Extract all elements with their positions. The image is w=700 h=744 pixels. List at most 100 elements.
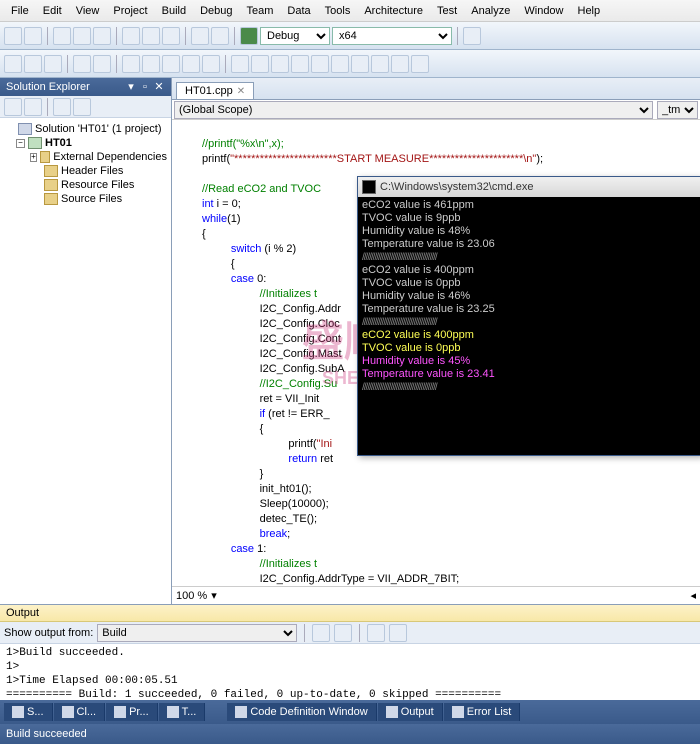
start-debug-icon[interactable] — [240, 27, 258, 45]
menu-help[interactable]: Help — [571, 3, 608, 19]
output-panel: Output Show output from: Build 1>Build s… — [0, 604, 700, 700]
menu-team[interactable]: Team — [240, 3, 281, 19]
folder-icon — [44, 193, 58, 205]
output-text[interactable]: 1>Build succeeded. 1> 1>Time Elapsed 00:… — [0, 644, 700, 704]
wrap-icon[interactable] — [389, 624, 407, 642]
solution-tree[interactable]: Solution 'HT01' (1 project) −HT01 +Exter… — [0, 118, 171, 604]
scope-select-left[interactable]: (Global Scope) — [174, 101, 653, 119]
tb2-icon[interactable] — [162, 55, 180, 73]
btab-code-def[interactable]: Code Definition Window — [227, 703, 376, 721]
zoom-value[interactable]: 100 % — [176, 590, 207, 602]
undo-icon[interactable] — [191, 27, 209, 45]
refresh-icon[interactable] — [24, 98, 42, 116]
tb2-icon[interactable] — [24, 55, 42, 73]
chevron-down-icon[interactable]: ▾ — [211, 589, 217, 602]
btab-s[interactable]: S... — [4, 703, 53, 721]
toolbar-2 — [0, 50, 700, 78]
folder-external-deps[interactable]: +External Dependencies — [2, 150, 169, 164]
btab-pr[interactable]: Pr... — [106, 703, 158, 721]
folder-source-files[interactable]: Source Files — [2, 192, 169, 206]
solution-explorer-header: Solution Explorer ▾ ▫ ✕ — [0, 78, 171, 96]
new-project-icon[interactable] — [4, 27, 22, 45]
btab-t[interactable]: T... — [159, 703, 206, 721]
btab-cl[interactable]: Cl... — [54, 703, 106, 721]
btab-output[interactable]: Output — [378, 703, 443, 721]
cmd-window[interactable]: C:\Windows\system32\cmd.exe eCO2 value i… — [357, 176, 700, 456]
collapse-icon[interactable]: − — [16, 139, 25, 148]
scope-select-right[interactable]: _tm — [657, 101, 698, 119]
redo-icon[interactable] — [211, 27, 229, 45]
menu-build[interactable]: Build — [155, 3, 193, 19]
menu-view[interactable]: View — [69, 3, 107, 19]
editor-tabs: HT01.cpp✕ — [172, 78, 700, 100]
tb2-icon[interactable] — [391, 55, 409, 73]
status-bar: Build succeeded — [0, 724, 700, 744]
tool-icon — [12, 706, 24, 718]
toolbar-1: Debug x64 — [0, 22, 700, 50]
tb2-icon[interactable] — [251, 55, 269, 73]
tb2-icon[interactable] — [202, 55, 220, 73]
tb2-icon[interactable] — [231, 55, 249, 73]
find-icon[interactable] — [463, 27, 481, 45]
dropdown-icon[interactable]: ▾ — [125, 81, 137, 93]
save-all-icon[interactable] — [93, 27, 111, 45]
close-icon[interactable]: ✕ — [153, 81, 165, 93]
tb2-icon[interactable] — [122, 55, 140, 73]
folder-icon — [44, 179, 58, 191]
goto-icon[interactable] — [334, 624, 352, 642]
save-icon[interactable] — [73, 27, 91, 45]
menu-data[interactable]: Data — [280, 3, 317, 19]
menu-tools[interactable]: Tools — [318, 3, 358, 19]
solution-node[interactable]: Solution 'HT01' (1 project) — [2, 122, 169, 136]
paste-icon[interactable] — [162, 27, 180, 45]
menu-test[interactable]: Test — [430, 3, 464, 19]
home-icon[interactable] — [4, 98, 22, 116]
menu-debug[interactable]: Debug — [193, 3, 239, 19]
clear-icon[interactable] — [367, 624, 385, 642]
tb2-icon[interactable] — [371, 55, 389, 73]
expand-icon[interactable]: + — [30, 153, 37, 162]
open-icon[interactable] — [53, 27, 71, 45]
tool-icon — [235, 706, 247, 718]
solution-explorer-toolbar — [0, 96, 171, 118]
tb2-icon[interactable] — [93, 55, 111, 73]
tb2-icon[interactable] — [311, 55, 329, 73]
config-select[interactable]: Debug — [260, 27, 330, 45]
tb2-icon[interactable] — [291, 55, 309, 73]
tb2-icon[interactable] — [351, 55, 369, 73]
tab-ht01cpp[interactable]: HT01.cpp✕ — [176, 82, 254, 99]
tb2-icon[interactable] — [4, 55, 22, 73]
menu-edit[interactable]: Edit — [36, 3, 69, 19]
tool-icon — [386, 706, 398, 718]
menu-project[interactable]: Project — [106, 3, 154, 19]
tb2-icon[interactable] — [411, 55, 429, 73]
output-from-select[interactable]: Build — [97, 624, 297, 642]
tb2-icon[interactable] — [182, 55, 200, 73]
menu-window[interactable]: Window — [517, 3, 570, 19]
tb2-icon[interactable] — [142, 55, 160, 73]
show-all-icon[interactable] — [73, 98, 91, 116]
cut-icon[interactable] — [122, 27, 140, 45]
properties-icon[interactable] — [53, 98, 71, 116]
tb2-icon[interactable] — [271, 55, 289, 73]
menu-architecture[interactable]: Architecture — [357, 3, 430, 19]
find-icon[interactable] — [312, 624, 330, 642]
output-from-label: Show output from: — [4, 627, 93, 639]
zoom-bar: 100 %▾ ◂ — [172, 586, 700, 604]
tb2-icon[interactable] — [73, 55, 91, 73]
menu-analyze[interactable]: Analyze — [464, 3, 517, 19]
cmd-titlebar[interactable]: C:\Windows\system32\cmd.exe — [358, 177, 700, 197]
tb2-icon[interactable] — [331, 55, 349, 73]
platform-select[interactable]: x64 — [332, 27, 452, 45]
pin-icon[interactable]: ▫ — [139, 81, 151, 93]
copy-icon[interactable] — [142, 27, 160, 45]
folder-header-files[interactable]: Header Files — [2, 164, 169, 178]
output-toolbar: Show output from: Build — [0, 622, 700, 644]
btab-error-list[interactable]: Error List — [444, 703, 521, 721]
tb2-icon[interactable] — [44, 55, 62, 73]
menu-file[interactable]: File — [4, 3, 36, 19]
project-node[interactable]: −HT01 — [2, 136, 169, 150]
add-item-icon[interactable] — [24, 27, 42, 45]
folder-resource-files[interactable]: Resource Files — [2, 178, 169, 192]
close-tab-icon[interactable]: ✕ — [237, 86, 245, 97]
